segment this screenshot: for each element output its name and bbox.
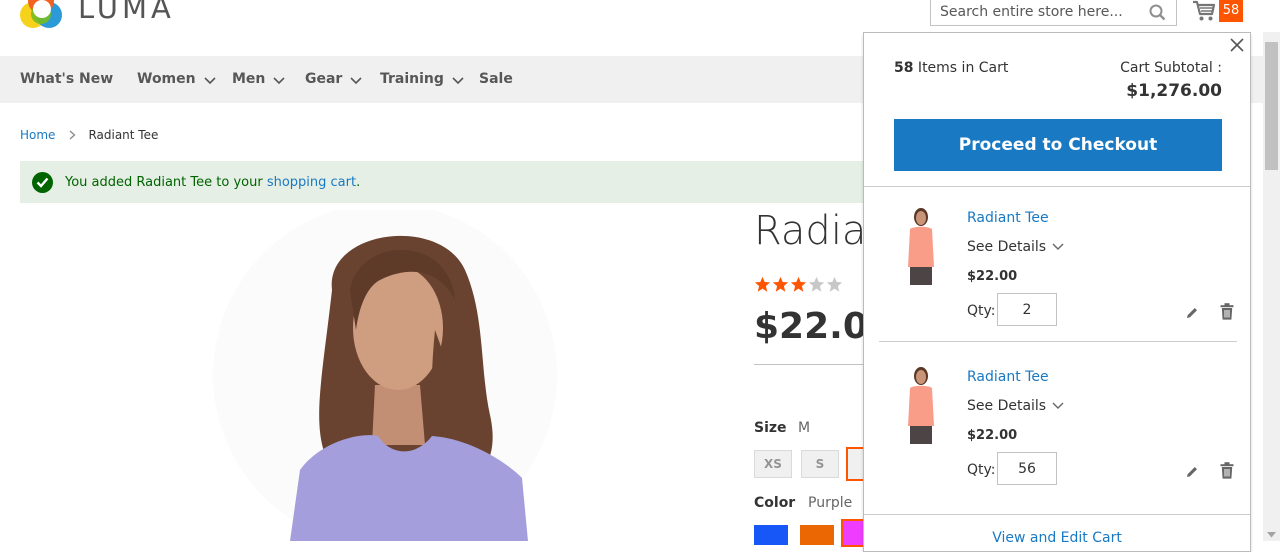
nav-label: Women bbox=[137, 71, 196, 87]
qty-label: Qty: bbox=[967, 462, 996, 478]
cart-item-name-link[interactable]: Radiant Tee bbox=[967, 210, 1049, 226]
star-empty-icon bbox=[826, 276, 843, 292]
proceed-to-checkout-button[interactable]: Proceed to Checkout bbox=[894, 119, 1222, 171]
cart-icon[interactable] bbox=[1192, 0, 1216, 26]
close-icon[interactable] bbox=[1229, 37, 1245, 57]
divider bbox=[864, 186, 1250, 187]
message-prefix: You added Radiant Tee to your bbox=[65, 174, 267, 190]
star-filled-icon bbox=[754, 276, 771, 292]
chevron-down-icon bbox=[1052, 402, 1064, 409]
cart-subtotal-label: Cart Subtotal : bbox=[1120, 60, 1222, 76]
view-and-edit-cart-link[interactable]: View and Edit Cart bbox=[864, 530, 1250, 546]
trash-icon[interactable] bbox=[1220, 303, 1234, 324]
star-empty-icon bbox=[808, 276, 825, 292]
see-details-toggle[interactable]: See Details bbox=[967, 398, 1064, 414]
qty-label: Qty: bbox=[967, 303, 996, 319]
product-image[interactable] bbox=[210, 210, 560, 541]
nav-item-training[interactable]: Training bbox=[380, 56, 464, 103]
star-filled-icon bbox=[772, 276, 789, 292]
cart-item-price: $22.00 bbox=[967, 428, 1018, 443]
chevron-down-icon bbox=[452, 76, 464, 84]
chevron-down-icon bbox=[204, 76, 216, 84]
nav-label: Training bbox=[380, 71, 444, 87]
shopping-cart-link[interactable]: shopping cart bbox=[267, 175, 356, 190]
minicart-count-label: Items in Cart bbox=[913, 60, 1009, 76]
cart-item-name-link[interactable]: Radiant Tee bbox=[967, 369, 1049, 385]
minicart-item: Radiant Tee See Details $22.00 Qty: bbox=[864, 352, 1250, 502]
minicart-dropdown: 58 Items in Cart Cart Subtotal : $1,276.… bbox=[863, 32, 1251, 552]
scroll-down-arrow-icon[interactable] bbox=[1267, 532, 1276, 538]
pencil-icon[interactable] bbox=[1185, 305, 1199, 324]
nav-item-gear[interactable]: Gear bbox=[305, 56, 362, 103]
cart-item-price: $22.00 bbox=[967, 269, 1018, 284]
star-filled-icon bbox=[790, 276, 807, 292]
chevron-right-icon bbox=[70, 130, 76, 140]
search-input[interactable] bbox=[931, 0, 1145, 25]
divider bbox=[754, 364, 864, 365]
color-swatch-blue[interactable] bbox=[754, 525, 788, 545]
nav-label: Gear bbox=[305, 71, 343, 87]
product-photo bbox=[213, 210, 557, 541]
logo-text: LUMA bbox=[78, 0, 175, 25]
product-thumbnail[interactable] bbox=[896, 366, 946, 446]
page-scrollbar[interactable] bbox=[1263, 32, 1280, 541]
chevron-down-icon bbox=[273, 76, 285, 84]
nav-item-sale[interactable]: Sale bbox=[479, 56, 513, 103]
color-selected-value: Purple bbox=[808, 495, 853, 511]
nav-item-whats-new[interactable]: What's New bbox=[20, 56, 113, 103]
nav-item-women[interactable]: Women bbox=[137, 56, 216, 103]
see-details-label: See Details bbox=[967, 398, 1047, 414]
nav-label: Men bbox=[232, 71, 266, 87]
message-suffix: . bbox=[356, 174, 361, 190]
see-details-label: See Details bbox=[967, 239, 1047, 255]
nav-label: Sale bbox=[479, 71, 513, 87]
divider bbox=[864, 514, 1250, 515]
see-details-toggle[interactable]: See Details bbox=[967, 239, 1064, 255]
nav-item-men[interactable]: Men bbox=[232, 56, 285, 103]
checkmark-icon bbox=[32, 171, 53, 193]
product-thumbnail[interactable] bbox=[896, 207, 946, 287]
cart-count-badge[interactable]: 58 bbox=[1219, 0, 1243, 22]
size-selected-value: M bbox=[798, 420, 811, 436]
search-icon[interactable] bbox=[1149, 4, 1166, 25]
luma-logo-icon bbox=[20, 0, 64, 30]
color-label: Color bbox=[754, 495, 796, 511]
nav-label: What's New bbox=[20, 71, 114, 87]
rating-stars bbox=[754, 276, 844, 293]
breadcrumb: Home Radiant Tee bbox=[20, 128, 158, 142]
size-label: Size bbox=[754, 420, 787, 436]
pencil-icon[interactable] bbox=[1185, 464, 1199, 483]
minicart-item-count: 58 Items in Cart bbox=[894, 60, 1008, 76]
success-message: You added Radiant Tee to your shopping c… bbox=[20, 161, 900, 203]
qty-input[interactable] bbox=[997, 293, 1057, 326]
search-box bbox=[930, 0, 1177, 26]
color-swatch-orange[interactable] bbox=[800, 525, 834, 545]
trash-icon[interactable] bbox=[1220, 462, 1234, 483]
qty-input[interactable] bbox=[997, 452, 1057, 485]
size-swatch-s[interactable]: S bbox=[801, 450, 839, 478]
minicart-count-number: 58 bbox=[894, 60, 914, 76]
divider bbox=[879, 341, 1237, 342]
chevron-down-icon bbox=[1052, 243, 1064, 250]
minicart-item: Radiant Tee See Details $22.00 Qty: bbox=[864, 193, 1250, 343]
breadcrumb-home-link[interactable]: Home bbox=[20, 128, 55, 142]
luma-logo[interactable]: LUMA bbox=[20, 0, 175, 30]
cart-subtotal-value: $1,276.00 bbox=[1126, 81, 1222, 101]
size-swatch-xs[interactable]: XS bbox=[754, 450, 792, 478]
breadcrumb-current: Radiant Tee bbox=[88, 128, 159, 142]
success-message-text: You added Radiant Tee to your shopping c… bbox=[65, 175, 360, 190]
chevron-down-icon bbox=[350, 76, 362, 84]
scrollbar-thumb[interactable] bbox=[1265, 42, 1278, 170]
